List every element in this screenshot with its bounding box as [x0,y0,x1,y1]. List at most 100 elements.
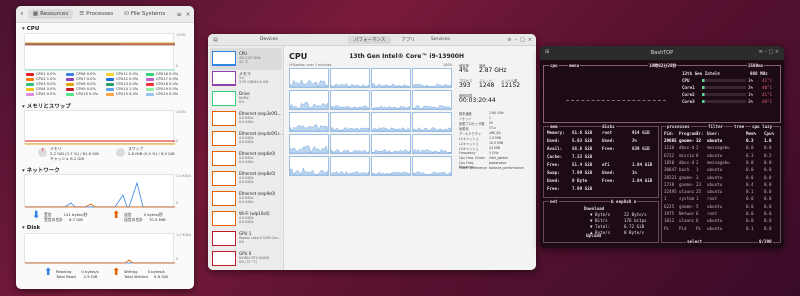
proc-cell[interactable]: ubuntu [707,189,722,194]
proc-cell[interactable]: 1975 [664,211,674,216]
proc-cell[interactable]: 0.2 [764,153,772,158]
proc-cell[interactable]: dbus-d [679,145,694,150]
proc-cell[interactable]: 1.0 [764,138,772,143]
proc-cell[interactable]: 32495 [664,189,677,194]
proc-cell[interactable]: ubuntu [707,226,722,231]
proc-cell[interactable]: 0.0 [746,145,754,150]
sidebar-item-device[interactable]: GPU 0 NVIDIA RTX A2000 0% (37 °C) [210,248,282,270]
proc-tree-toggle[interactable]: tree [733,124,746,129]
proc-cell[interactable]: 2738 [664,182,674,187]
menu-label[interactable]: menu [568,63,581,68]
sidebar-item-device[interactable]: Ethernet (enp9s0) 0.0 KiB/s 0.0 KiB/s [210,188,282,210]
proc-cell[interactable]: PL [664,226,669,231]
proc-cell[interactable]: 1 [664,196,667,201]
close-icon[interactable]: × [185,11,191,18]
proc-cell[interactable]: ulaunc [679,189,694,194]
proc-cell[interactable]: ubuntu [707,218,722,223]
proc-cell[interactable]: 0.0 [764,175,772,180]
proc-cell[interactable]: gnome- [679,204,694,209]
proc-cell[interactable]: 0.3 [746,153,754,158]
menu-icon[interactable]: ≡ [759,49,763,55]
proc-cell[interactable]: 0.0 [764,226,772,231]
proc-cell[interactable]: PL [696,226,701,231]
proc-cell[interactable]: 2 [696,160,699,165]
proc-cell[interactable]: 5 [696,204,699,209]
tab-processes[interactable]: ☰ Processes [74,9,118,19]
menu-icon[interactable]: ≡ [176,11,182,18]
proc-cell[interactable]: 23 [696,182,701,187]
proc-cell[interactable]: ubuntu [707,153,722,158]
tab-file-systems[interactable]: ⛁ File Systems [119,9,170,19]
proc-cell[interactable]: 6 [696,211,699,216]
sidebar-item-device[interactable]: CPU 4% 2.87 GHz 41 °C [210,48,282,70]
proc-cell[interactable]: 0.1 [746,226,754,231]
proc-cell[interactable]: root [707,196,717,201]
proc-cell[interactable]: messagebu [707,160,730,165]
proc-cell[interactable]: 1130 [664,145,674,150]
proc-cell[interactable]: 0.0 [746,167,754,172]
proc-column-header[interactable]: Mem% [746,131,756,136]
proc-cell[interactable]: 0.3 [746,138,754,143]
proc-cell[interactable]: ubuntu [707,182,722,187]
proc-cell[interactable]: 1012 [664,218,674,223]
proc-cell[interactable]: Pid [679,226,687,231]
proc-cell[interactable]: 0.0 [746,218,754,223]
proc-cell[interactable]: messagebu [707,145,730,150]
close-icon[interactable]: × [775,49,779,55]
tab-resources[interactable]: ▦ Resources [27,9,74,19]
proc-sort[interactable]: cpu lazy [751,124,774,129]
proc-cell[interactable]: ubuntu [707,204,722,209]
proc-cell[interactable]: 0.0 [746,175,754,180]
proc-cell[interactable]: ubuntu [707,138,722,143]
proc-cell[interactable]: 28221 [664,175,677,180]
proc-cell[interactable]: 0.0 [746,204,754,209]
proc-cell[interactable]: 0.0 [764,189,772,194]
proc-cell[interactable]: dbus-d [679,160,694,165]
proc-cell[interactable]: 6225 [664,204,674,209]
net-interface[interactable]: b enp8s0 n [610,199,638,204]
minimize-icon[interactable]: – [515,37,518,43]
proc-cell[interactable]: root [707,211,717,216]
proc-cell[interactable]: 0.0 [746,196,754,201]
proc-cell[interactable]: 0.0 [764,167,772,172]
sidebar-toggle-icon[interactable]: ▤ [212,37,219,43]
proc-cell[interactable]: missio [679,153,694,158]
chevron-down-icon[interactable]: ▾ [22,225,25,231]
proc-cell[interactable]: 0.0 [746,211,754,216]
proc-cell[interactable]: 29665 [664,138,677,143]
sidebar-item-device[interactable]: Ethernet (enp4s0f1r... 0.0 KiB/s 0.0 KiB/… [210,128,283,150]
proc-cell[interactable]: 0.0 [764,160,772,165]
proc-select[interactable]: select [686,239,704,244]
menu-icon[interactable]: ≡ [507,37,511,43]
sidebar-item-device[interactable]: GPU 1 Raptor Lake-S UHD Gra... 0% [210,228,282,250]
tab-resources-2[interactable]: Services [425,36,456,44]
sidebar-item-device[interactable]: Ethernet (enp8s0) 0.0 KiB/s 0.0 KiB/s [210,168,282,190]
proc-cell[interactable]: 0.0 [764,196,772,201]
proc-column-header[interactable]: User: [707,131,720,136]
proc-cell[interactable]: Networ [679,211,694,216]
sidebar-item-device[interactable]: Ethernet (enp3s0f1... 0.0 KiB/s 0.0 KiB/s [210,108,282,130]
proc-cell[interactable]: gnome- [679,138,694,143]
proc-cell[interactable]: 1 [696,167,699,172]
proc-cell[interactable]: ubuntu [707,175,722,180]
proc-cell[interactable]: 0.1 [746,189,754,194]
maximize-icon[interactable]: □ [520,37,525,43]
proc-cell[interactable]: 6 [696,218,699,223]
sidebar-item-device[interactable]: Drive NVMe 0% [210,88,282,110]
proc-column-header[interactable]: Tr: [696,131,704,136]
proc-cell[interactable]: 0.0 [764,218,772,223]
proc-cell[interactable]: 30647 [664,167,677,172]
sidebar-item-device[interactable]: Ethernet (enp6s0) 0.0 KiB/s 0.0 KiB/s [210,148,282,170]
proc-cell[interactable]: system [679,196,694,201]
proc-cell[interactable]: 0.0 [746,160,754,165]
proc-cell[interactable]: 32 [696,138,701,143]
proc-cell[interactable]: ulaunc [679,218,694,223]
proc-cell[interactable]: 6722 [664,153,674,158]
proc-cell[interactable]: 0.0 [764,211,772,216]
proc-cell[interactable]: 3 [696,175,699,180]
proc-filter[interactable]: filter [707,124,725,129]
tab-resources-1[interactable]: アプリ [395,36,421,44]
proc-column-header[interactable]: Cpu% [764,131,774,136]
proc-cell[interactable]: gnome- [679,175,694,180]
minimize-icon[interactable]: – [764,49,767,55]
